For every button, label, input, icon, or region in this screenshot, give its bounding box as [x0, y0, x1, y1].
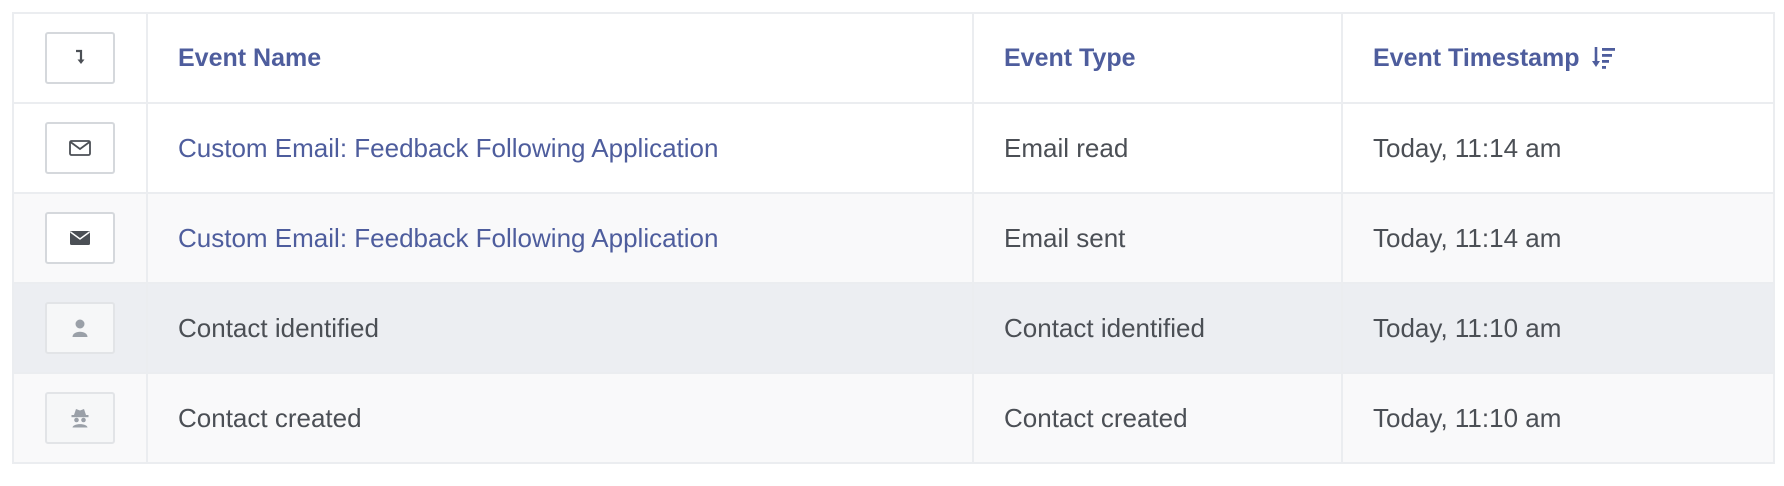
- table-header-row: Event Name Event Type Event Timestamp: [12, 12, 1775, 104]
- spy-icon: [71, 409, 89, 428]
- event-name-link[interactable]: Custom Email: Feedback Following Applica…: [178, 223, 718, 253]
- row-icon-cell: [12, 372, 148, 464]
- event-name-link[interactable]: Custom Email: Feedback Following Applica…: [178, 133, 718, 163]
- event-name-column-header[interactable]: Event Name: [146, 12, 974, 104]
- event-timestamp-column-header[interactable]: Event Timestamp: [1341, 12, 1775, 104]
- row-icon-cell: [12, 102, 148, 194]
- event-icon-button[interactable]: [45, 392, 115, 444]
- event-timestamp-header-label: Event Timestamp: [1373, 43, 1580, 72]
- toggle-column-header: [12, 12, 148, 104]
- table-row[interactable]: Contact created Contact created Today, 1…: [12, 372, 1775, 464]
- arrow-down-right-icon: [76, 49, 85, 64]
- event-type-cell: Contact identified: [972, 282, 1343, 374]
- expand-toggle-button[interactable]: [45, 32, 115, 84]
- event-name-cell: Contact identified: [146, 282, 974, 374]
- table-row[interactable]: Custom Email: Feedback Following Applica…: [12, 192, 1775, 284]
- table-row[interactable]: Custom Email: Feedback Following Applica…: [12, 102, 1775, 194]
- event-name-header-label: Event Name: [178, 43, 322, 72]
- event-name-cell: Contact created: [146, 372, 974, 464]
- event-timeline-table-container: Event Name Event Type Event Timestamp Cu…: [12, 12, 1775, 464]
- event-timestamp-cell: Today, 11:10 am: [1341, 282, 1775, 374]
- row-icon-cell: [12, 282, 148, 374]
- event-timestamp-cell: Today, 11:14 am: [1341, 192, 1775, 284]
- event-name-cell: Custom Email: Feedback Following Applica…: [146, 192, 974, 284]
- event-icon-button[interactable]: [45, 302, 115, 354]
- event-icon-button[interactable]: [45, 122, 115, 174]
- envelope-filled-icon: [70, 231, 90, 245]
- event-type-cell: Email read: [972, 102, 1343, 194]
- event-timestamp-cell: Today, 11:14 am: [1341, 102, 1775, 194]
- user-icon: [72, 319, 88, 337]
- row-icon-cell: [12, 192, 148, 284]
- event-type-header-label: Event Type: [1004, 43, 1136, 72]
- event-type-cell: Email sent: [972, 192, 1343, 284]
- event-timestamp-cell: Today, 11:10 am: [1341, 372, 1775, 464]
- event-name-cell: Custom Email: Feedback Following Applica…: [146, 102, 974, 194]
- sort-descending-icon[interactable]: [1591, 45, 1617, 71]
- event-type-column-header[interactable]: Event Type: [972, 12, 1343, 104]
- envelope-open-icon: [69, 140, 91, 156]
- event-timeline-table: Event Name Event Type Event Timestamp Cu…: [12, 12, 1775, 464]
- event-icon-button[interactable]: [45, 212, 115, 264]
- event-type-cell: Contact created: [972, 372, 1343, 464]
- table-row[interactable]: Contact identified Contact identified To…: [12, 282, 1775, 374]
